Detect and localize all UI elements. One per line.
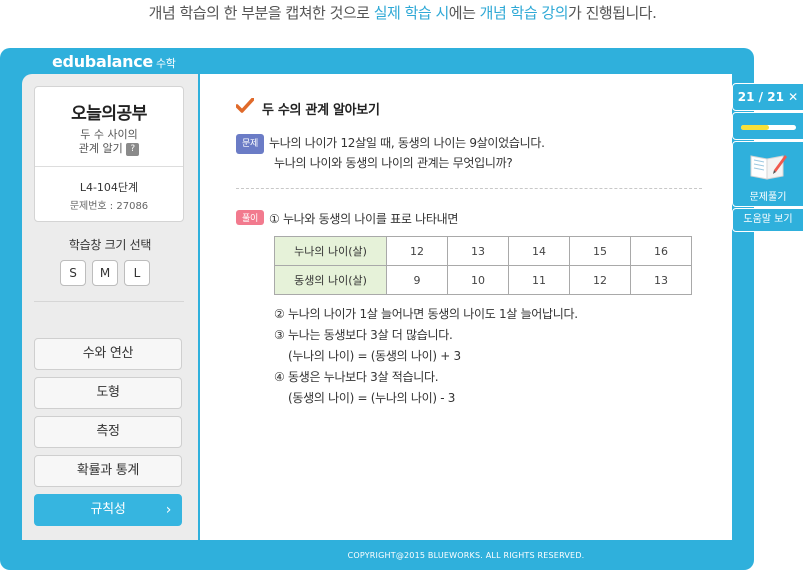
today-topic-line: 두 수 사이의 [80, 128, 138, 141]
help-question-icon[interactable]: ? [126, 142, 140, 156]
problem-block: 문제 누나의 나이가 12살일 때, 동생의 나이는 9살이었습니다. 누나의 나… [236, 134, 545, 172]
today-topic: 두 수 사이의 관계 알기 ? [35, 128, 183, 156]
menu-item-label: 수와 연산 [82, 346, 134, 361]
caption-highlight: 개념 학습 강의 [479, 4, 569, 22]
table-cell: 14 [508, 236, 570, 266]
right-panel: 21 / 21 ✕ 문제풀기 도움말 보기 [732, 83, 804, 233]
size-m-button[interactable]: M [92, 260, 118, 286]
book-pencil-icon [733, 150, 803, 186]
solution-steps: ② 누나의 나이가 1살 늘어나면 동생의 나이도 1살 늘어납니다. ③ 누나… [274, 304, 578, 409]
menu-item-label: 도형 [96, 385, 120, 400]
section-divider [236, 188, 702, 189]
lesson-title: 두 수의 관계 알아보기 [262, 102, 380, 118]
menu-item-measurement[interactable]: 측정 [34, 416, 182, 448]
lesson-heading: 두 수의 관계 알아보기 [235, 97, 380, 118]
table-cell: 13 [630, 265, 692, 295]
menu-item-label: 확률과 통계 [76, 463, 140, 478]
brand-subject: 수학 [155, 57, 176, 70]
solution-step: ② 누나의 나이가 1살 늘어나면 동생의 나이도 1살 늘어납니다. [274, 307, 578, 321]
today-study-card: 오늘의공부 두 수 사이의 관계 알기 ? L4-104단계 문제번호 : 27… [34, 86, 184, 222]
progress-box [732, 112, 804, 140]
problem-tag: 문제 [236, 134, 264, 154]
problem-counter: 21 / 21 ✕ [732, 83, 804, 111]
progress-track [741, 125, 796, 130]
solution-step: ③ 누나는 동생보다 3살 더 많습니다. [274, 328, 453, 342]
table-cell: 16 [630, 236, 692, 266]
size-s-button[interactable]: S [60, 260, 86, 286]
table-row-header: 누나의 나이(살) [274, 236, 387, 266]
table-row: 동생의 나이(살) 9 10 11 12 13 [274, 265, 692, 295]
menu-item-label: 규칙성 [90, 502, 126, 517]
table-cell: 10 [447, 265, 509, 295]
solution-formula: (동생의 나이) = (누나의 나이) - 3 [288, 391, 456, 405]
solve-problem-button[interactable]: 문제풀기 [732, 141, 804, 207]
menu-item-patterns[interactable]: 규칙성 › [34, 494, 182, 526]
sidebar-divider [34, 301, 184, 302]
table-cell: 12 [386, 236, 448, 266]
category-menu: 수와 연산 도형 측정 확률과 통계 규칙성 › [34, 338, 182, 533]
menu-item-geometry[interactable]: 도형 [34, 377, 182, 409]
caption-text: 에는 [448, 4, 480, 22]
help-label: 도움말 보기 [743, 214, 793, 225]
table-row: 누나의 나이(살) 12 13 14 15 16 [274, 236, 692, 266]
copyright-text: COPYRIGHT@2015 BLUEWORKS. ALL RIGHTS RES… [347, 551, 585, 560]
menu-item-label: 측정 [96, 424, 120, 439]
caption-text: 가 진행됩니다. [568, 4, 657, 22]
today-topic-line: 관계 알기 [78, 142, 123, 155]
sidebar: 오늘의공부 두 수 사이의 관계 알기 ? L4-104단계 문제번호 : 27… [22, 74, 198, 540]
help-button[interactable]: 도움말 보기 [732, 208, 804, 232]
problem-number: 문제번호 : 27086 [69, 201, 149, 212]
chevron-right-icon: › [165, 502, 172, 518]
table-cell: 13 [447, 236, 509, 266]
problem-text: 누나의 나이가 12살일 때, 동생의 나이는 9살이었습니다. [268, 136, 545, 150]
brand-name: edubalance [52, 52, 153, 71]
menu-item-probability-statistics[interactable]: 확률과 통계 [34, 455, 182, 487]
problem-text: 누나의 나이와 동생의 나이의 관계는 무엇입니까? [274, 156, 513, 170]
solution-step: ④ 동생은 누나보다 3살 적습니다. [274, 370, 439, 384]
progress-fill [741, 125, 769, 130]
counter-text: 21 / 21 [737, 90, 784, 104]
table-cell: 15 [569, 236, 631, 266]
table-cell: 11 [508, 265, 570, 295]
check-icon [235, 97, 255, 118]
table-row-header: 동생의 나이(살) [274, 265, 387, 295]
brand-logo: edubalance 수학 [52, 52, 176, 71]
table-cell: 9 [386, 265, 448, 295]
page-caption: 개념 학습의 한 부분을 캡쳐한 것으로 실제 학습 시에는 개념 학습 강의가… [0, 2, 805, 23]
solution-tag: 풀이 [236, 210, 264, 225]
age-table: 누나의 나이(살) 12 13 14 15 16 동생의 나이(살) 9 10 … [274, 236, 692, 295]
solution-block: 풀이 ① 누나와 동생의 나이를 표로 나타내면 [236, 210, 458, 227]
size-l-button[interactable]: L [124, 260, 150, 286]
solution-formula: (누나의 나이) = (동생의 나이) + 3 [288, 349, 461, 363]
table-cell: 12 [569, 265, 631, 295]
today-title: 오늘의공부 [71, 104, 147, 124]
solve-problem-label: 문제풀기 [749, 192, 787, 203]
size-select-group: S M L [60, 260, 150, 286]
menu-item-number-operations[interactable]: 수와 연산 [34, 338, 182, 370]
caption-highlight: 실제 학습 시 [373, 4, 450, 22]
size-select-label: 학습창 크기 선택 [68, 238, 152, 252]
card-divider [35, 166, 183, 167]
close-icon[interactable]: ✕ [788, 90, 798, 104]
unit-code: L4-104단계 [79, 181, 139, 194]
solution-intro: ① 누나와 동생의 나이를 표로 나타내면 [268, 212, 459, 226]
caption-text: 개념 학습의 한 부분을 캡쳐한 것으로 [148, 4, 374, 22]
lesson-content: 두 수의 관계 알아보기 문제 누나의 나이가 12살일 때, 동생의 나이는 9… [200, 74, 732, 540]
